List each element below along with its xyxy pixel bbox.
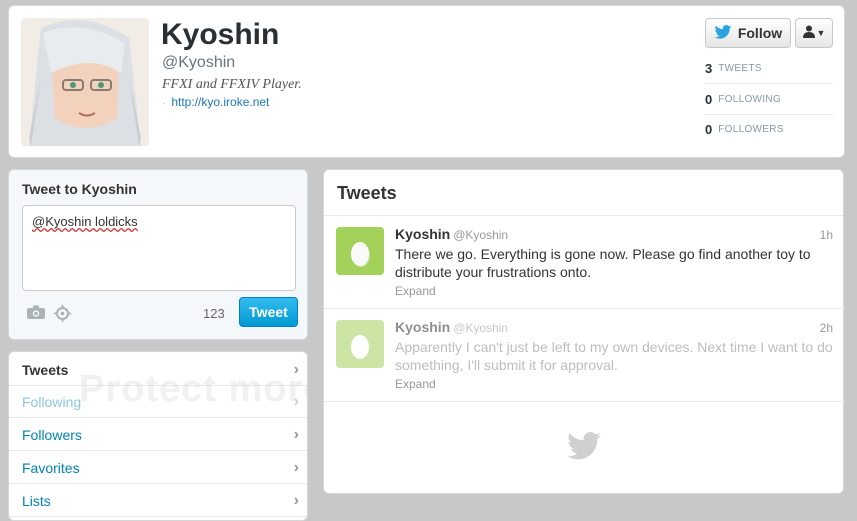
nav-item-following[interactable]: Following › bbox=[9, 386, 307, 418]
chevron-right-icon: › bbox=[293, 458, 299, 476]
tweet-compose-box: Tweet to Kyoshin @Kyoshin loldicks 123 T… bbox=[8, 169, 308, 340]
profile-header: Kyoshin @Kyoshin FFXI and FFXIV Player. … bbox=[8, 5, 845, 158]
tweet-author-name: Kyoshin bbox=[395, 319, 451, 335]
profile-handle: @Kyoshin bbox=[162, 54, 236, 71]
chevron-down-icon: ▼ bbox=[816, 28, 826, 38]
tweet-author[interactable]: Kyoshin @Kyoshin bbox=[395, 226, 508, 242]
twitter-bird-icon bbox=[714, 24, 732, 42]
follow-label: Follow bbox=[737, 25, 783, 41]
profile-bio: FFXI and FFXIV Player. bbox=[162, 77, 302, 92]
tweet-text: There we go. Everything is gone now. Ple… bbox=[395, 246, 811, 280]
nav-item-followers[interactable]: Followers › bbox=[9, 419, 307, 451]
location-icon[interactable] bbox=[54, 305, 71, 327]
egg-avatar-icon[interactable] bbox=[336, 227, 384, 275]
nav-item-lists[interactable]: Lists › bbox=[9, 485, 307, 517]
stat-tweets[interactable]: 3 TWEETS bbox=[705, 53, 833, 84]
compose-title: Tweet to Kyoshin bbox=[22, 181, 137, 197]
camera-icon[interactable] bbox=[27, 305, 45, 324]
compose-textarea[interactable]: @Kyoshin loldicks bbox=[22, 205, 296, 291]
link-icon: · bbox=[162, 98, 166, 109]
stat-following[interactable]: 0 FOLLOWING bbox=[705, 84, 833, 115]
tweets-timeline: Tweets Kyoshin @Kyoshin 1h There we go. E… bbox=[323, 169, 845, 494]
profile-url-row: · http://kyo.iroke.net bbox=[162, 95, 269, 109]
tweet-button[interactable]: Tweet bbox=[239, 297, 298, 327]
stat-followers-label: FOLLOWERS bbox=[718, 123, 784, 135]
stat-tweets-label: TWEETS bbox=[718, 62, 762, 74]
profile-url-link[interactable]: http://kyo.iroke.net bbox=[171, 95, 269, 109]
chevron-right-icon: › bbox=[293, 425, 299, 443]
tweet-text: Apparently I can't just be left to my ow… bbox=[395, 339, 833, 373]
user-actions-button[interactable]: ▼ bbox=[795, 18, 833, 48]
egg-avatar-icon[interactable] bbox=[336, 320, 384, 368]
stat-tweets-count: 3 bbox=[705, 60, 713, 76]
nav-item-tweets[interactable]: Tweets › bbox=[9, 354, 307, 386]
chevron-right-icon: › bbox=[293, 491, 299, 509]
character-count: 123 bbox=[203, 306, 225, 321]
profile-nav: Tweets › Following › Followers › Favorit… bbox=[8, 351, 308, 521]
nav-item-label: Lists bbox=[22, 492, 51, 509]
tweet-timestamp[interactable]: 2h bbox=[820, 321, 833, 335]
tweet-screen-name: @Kyoshin bbox=[453, 228, 509, 242]
twitter-bird-icon bbox=[567, 432, 601, 465]
tweet-expand-link[interactable]: Expand bbox=[395, 377, 436, 391]
nav-item-label: Following bbox=[22, 393, 82, 410]
chevron-right-icon: › bbox=[293, 360, 299, 378]
nav-item-label: Followers bbox=[22, 426, 82, 443]
follow-button[interactable]: Follow bbox=[705, 18, 791, 48]
nav-item-label: Tweets bbox=[22, 361, 69, 378]
stat-followers[interactable]: 0 FOLLOWERS bbox=[705, 114, 833, 144]
stat-following-label: FOLLOWING bbox=[718, 93, 781, 105]
tweet-expand-link[interactable]: Expand bbox=[395, 284, 436, 298]
tweet-screen-name: @Kyoshin bbox=[453, 321, 509, 335]
user-icon bbox=[802, 25, 815, 41]
profile-name: Kyoshin bbox=[161, 18, 280, 51]
stat-following-count: 0 bbox=[705, 91, 713, 107]
tweet-item[interactable]: Kyoshin @Kyoshin 1h There we go. Everythi… bbox=[324, 216, 845, 309]
nav-item-favorites[interactable]: Favorites › bbox=[9, 452, 307, 484]
tweet-timestamp[interactable]: 1h bbox=[820, 228, 833, 242]
compose-text: @Kyoshin loldicks bbox=[32, 214, 138, 229]
nav-item-label: Favorites bbox=[22, 459, 80, 476]
tweet-author-name: Kyoshin bbox=[395, 226, 451, 242]
tweet-author[interactable]: Kyoshin @Kyoshin bbox=[395, 319, 508, 335]
stat-followers-count: 0 bbox=[705, 121, 713, 137]
tweet-item[interactable]: Kyoshin @Kyoshin 2h Apparently I can't ju… bbox=[324, 309, 845, 402]
profile-avatar[interactable] bbox=[21, 18, 149, 146]
timeline-title: Tweets bbox=[337, 183, 397, 203]
chevron-right-icon: › bbox=[293, 392, 299, 410]
